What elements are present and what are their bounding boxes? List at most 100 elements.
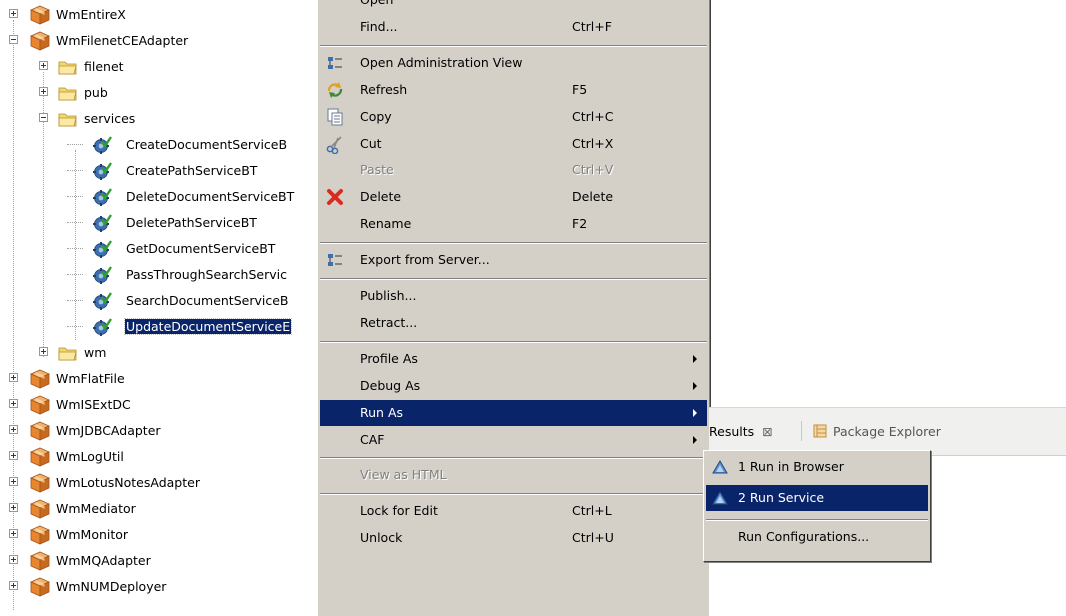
service-icon [92,317,112,337]
tree-item-selected[interactable]: UpdateDocumentServiceE [0,314,318,340]
service-icon [92,213,112,233]
run-as-submenu: 1 Run in Browser 2 Run Service Run Configu… [703,450,931,562]
submenu-arrow-icon [693,381,697,390]
menu-item-find[interactable]: Find... Ctrl+F [320,14,707,40]
tree-item[interactable]: PassThroughSearchServic [0,262,318,288]
tree-item[interactable]: services [0,106,318,132]
menu-item-label: Rename [360,216,412,232]
submenu-item-1-run-in-browser[interactable]: 1 Run in Browser [706,454,928,480]
tree-item[interactable]: wm [0,340,318,366]
tree-connector [67,326,83,327]
menu-item-label: Lock for Edit [360,503,438,519]
submenu-arrow-icon [693,354,697,363]
service-icon [92,239,112,259]
admin-view-icon [325,53,345,73]
menu-item-run-as[interactable]: Run As [320,399,707,426]
menu-item-export-from-server[interactable]: Export from Server... [320,247,707,273]
menu-separator [320,44,707,47]
tree-item[interactable]: WmMQAdapter [0,548,318,574]
menu-item-cut[interactable]: Cut Ctrl+X [320,131,707,157]
tree-item[interactable]: WmISExtDC [0,392,318,418]
menu-item-refresh[interactable]: Refresh F5 [320,77,707,103]
service-icon [92,161,112,181]
tree-item-label: SearchDocumentServiceB [126,293,289,308]
run-triangle-icon [712,490,728,506]
menu-item-debug-as[interactable]: Debug As [320,373,707,399]
folder-icon [58,343,78,363]
expand-icon[interactable] [9,477,18,486]
tree-connector [67,170,83,171]
menu-item-lock-for-edit[interactable]: Lock for Edit Ctrl+L [320,498,707,524]
tree-connector [67,248,83,249]
expand-icon[interactable] [9,373,18,382]
expand-icon[interactable] [9,581,18,590]
tree-item[interactable]: WmJDBCAdapter [0,418,318,444]
copy-icon [325,107,345,127]
expand-icon[interactable] [9,555,18,564]
expand-icon[interactable] [39,347,48,356]
menu-item-rename[interactable]: Rename F2 [320,211,707,237]
tree-item-label: wm [84,345,107,360]
expand-icon[interactable] [9,425,18,434]
tree-item[interactable]: WmLotusNotesAdapter [0,470,318,496]
menu-separator [706,519,928,521]
tree-item-label: UpdateDocumentServiceE [123,318,293,335]
expand-icon[interactable] [9,529,18,538]
tree-item[interactable]: CreatePathServiceBT [0,158,318,184]
expand-icon[interactable] [39,61,48,70]
tree-item[interactable]: WmFlatFile [0,366,318,392]
expand-icon[interactable] [9,503,18,512]
expand-icon[interactable] [9,451,18,460]
tree-item-label: WmMQAdapter [56,553,151,568]
tree-item[interactable]: SearchDocumentServiceB [0,288,318,314]
tree-item-label: WmISExtDC [56,397,131,412]
close-tab-icon[interactable]: ⊠ [762,424,772,439]
collapse-icon[interactable] [9,35,18,44]
menu-item-paste: Paste Ctrl+V [320,157,707,183]
package-icon [30,369,50,389]
tree-item[interactable]: DeletePathServiceBT [0,210,318,236]
tab-results[interactable]: Results ⊠ [709,424,773,439]
delete-icon [325,187,345,207]
collapse-icon[interactable] [39,113,48,122]
menu-item-publish[interactable]: Publish... [320,283,707,309]
tree-connector [67,144,83,145]
tab-divider [801,421,802,441]
menu-item-unlock[interactable]: Unlock Ctrl+U [320,525,707,551]
tree-item[interactable]: pub [0,80,318,106]
menu-item-retract[interactable]: Retract... [320,310,707,336]
menu-item-profile-as[interactable]: Profile As [320,346,707,372]
menu-item-copy[interactable]: Copy Ctrl+C [320,104,707,130]
tree-item[interactable]: WmMediator [0,496,318,522]
tree-item[interactable]: filenet [0,54,318,80]
submenu-item-2-run-service[interactable]: 2 Run Service [706,485,928,511]
tree-item[interactable]: WmEntireX [0,2,318,28]
tree-item[interactable]: GetDocumentServiceBT [0,236,318,262]
menu-item-label: Open Administration View [360,54,523,70]
menu-item-view-as-html: View as HTML [320,462,707,488]
tree-item-label: WmJDBCAdapter [56,423,161,438]
menu-item-label: Export from Server... [360,252,490,268]
package-icon [30,577,50,597]
tree-item[interactable]: WmFilenetCEAdapter [0,28,318,54]
tree-item-label: WmEntireX [56,7,126,22]
tab-package-explorer[interactable]: Package Explorer [813,424,941,439]
tree-item[interactable]: WmNUMDeployer [0,574,318,600]
menu-item-label: Run As [360,404,404,420]
menu-item-shortcut: Ctrl+U [572,530,614,546]
folder-icon [58,57,78,77]
menu-item-open[interactable]: Open [320,0,707,13]
menu-item-open-administration-view[interactable]: Open Administration View [320,50,707,76]
expand-icon[interactable] [39,87,48,96]
package-icon [30,447,50,467]
tree-item[interactable]: DeleteDocumentServiceBT [0,184,318,210]
expand-icon[interactable] [9,399,18,408]
menu-item-caf[interactable]: CAF [320,427,707,453]
tree-item[interactable]: WmMonitor [0,522,318,548]
expand-icon[interactable] [9,9,18,18]
tree-item[interactable]: CreateDocumentServiceB [0,132,318,158]
run-triangle-icon [712,459,728,475]
submenu-item-run-configurations[interactable]: Run Configurations... [706,524,928,550]
menu-item-delete[interactable]: Delete Delete [320,184,707,210]
tree-item[interactable]: WmLogUtil [0,444,318,470]
